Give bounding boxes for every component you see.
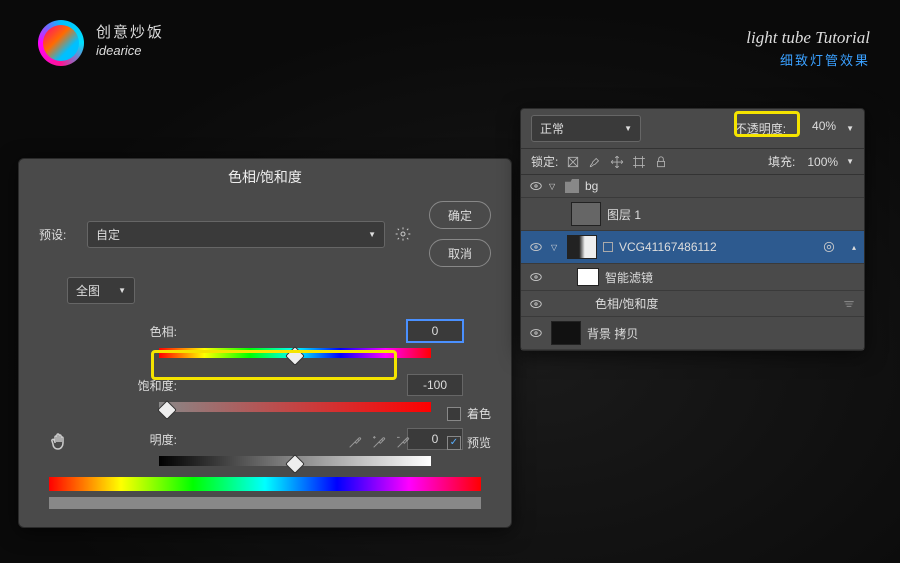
- preset-label: 预设:: [39, 226, 77, 243]
- smart-filters-row[interactable]: 智能滤镜: [521, 264, 864, 291]
- dialog-title: 色相/饱和度: [19, 159, 511, 195]
- visibility-icon[interactable]: [529, 297, 543, 311]
- brush-icon[interactable]: [588, 155, 602, 169]
- artboard-icon[interactable]: [632, 155, 646, 169]
- filter-row[interactable]: 色相/饱和度: [521, 291, 864, 317]
- eyedropper-plus-icon[interactable]: [371, 434, 387, 453]
- move-icon[interactable]: [610, 155, 624, 169]
- light-slider[interactable]: [159, 456, 431, 470]
- opacity-input[interactable]: 40%: [794, 119, 838, 139]
- layer-name: VCG41167486112: [619, 240, 856, 254]
- eyedropper-icon[interactable]: [347, 434, 363, 453]
- visibility-icon[interactable]: [529, 240, 543, 254]
- hue-strip: [49, 477, 481, 491]
- hue-sat-dialog: 色相/饱和度 预设: 自定 ▼ 确定 取消 全图 ▼ 色相: 0 饱和度: -1…: [18, 158, 512, 528]
- sat-slider[interactable]: [159, 402, 431, 416]
- checkbox-checked-icon: [447, 436, 461, 450]
- preset-select[interactable]: 自定 ▼: [87, 221, 385, 248]
- visibility-icon[interactable]: [529, 326, 543, 340]
- master-select[interactable]: 全图 ▼: [67, 277, 135, 304]
- gear-icon[interactable]: [395, 226, 411, 242]
- cancel-button[interactable]: 取消: [429, 239, 491, 267]
- visibility-icon[interactable]: [529, 179, 543, 193]
- layer-name: bg: [585, 179, 856, 193]
- preset-value: 自定: [96, 226, 120, 243]
- smart-object-icon: [822, 240, 836, 254]
- preview-label: 预览: [467, 434, 491, 451]
- layer-name: 图层 1: [607, 206, 856, 223]
- layer-row[interactable]: 背景 拷贝: [521, 317, 864, 350]
- chevron-down-icon[interactable]: ▼: [846, 157, 854, 166]
- layer-group-row[interactable]: ▽ bg: [521, 175, 864, 198]
- twirl-down-icon[interactable]: ▽: [551, 243, 561, 252]
- hue-slider[interactable]: [159, 348, 431, 362]
- smart-filters-label: 智能滤镜: [605, 269, 856, 286]
- sat-label: 饱和度:: [67, 377, 197, 394]
- brand-text: 创意炒饭 idearice: [96, 24, 164, 60]
- lock-transparency-icon[interactable]: [566, 155, 580, 169]
- tutorial-cn: 细致灯管效果: [746, 50, 870, 69]
- smart-object-badge: [603, 242, 613, 252]
- chevron-up-icon[interactable]: ▴: [852, 243, 856, 252]
- sat-input[interactable]: -100: [407, 374, 463, 396]
- colorize-label: 着色: [467, 405, 491, 422]
- brand-logo: [38, 20, 84, 66]
- master-value: 全图: [76, 282, 100, 299]
- chevron-down-icon: ▼: [368, 230, 376, 239]
- layer-thumb: [571, 202, 601, 226]
- hue-label: 色相:: [67, 323, 197, 340]
- brand-cn: 创意炒饭: [96, 24, 164, 42]
- eyedropper-group: [347, 434, 411, 453]
- layer-row[interactable]: 图层 1: [521, 198, 864, 231]
- checkbox-icon: [447, 407, 461, 421]
- ok-button[interactable]: 确定: [429, 201, 491, 229]
- chevron-down-icon[interactable]: ▼: [846, 124, 854, 133]
- filter-options-icon[interactable]: [842, 297, 856, 311]
- opacity-label: 不透明度:: [735, 120, 786, 137]
- twirl-down-icon[interactable]: ▽: [549, 182, 559, 191]
- lock-label: 锁定:: [531, 153, 558, 170]
- filter-name: 色相/饱和度: [595, 295, 856, 312]
- blend-mode-select[interactable]: 正常 ▼: [531, 115, 641, 142]
- layer-row-selected[interactable]: ▽ VCG41167486112 ▴: [521, 231, 864, 264]
- layer-thumb: [551, 321, 581, 345]
- layers-panel: 正常 ▼ 不透明度: 40% ▼ 锁定: 填充: 100% ▼ ▽ bg 图层 …: [520, 108, 865, 351]
- brand-en: idearice: [96, 42, 164, 60]
- folder-icon: [565, 179, 579, 193]
- tutorial-title: light tube Tutorial 细致灯管效果: [746, 28, 870, 69]
- blend-value: 正常: [540, 120, 564, 137]
- layer-thumb: [567, 235, 597, 259]
- fill-label: 填充:: [768, 153, 795, 170]
- hand-scrubber-icon[interactable]: [47, 431, 71, 455]
- eyedropper-minus-icon[interactable]: [395, 434, 411, 453]
- fill-input[interactable]: 100%: [807, 155, 838, 169]
- colorize-checkbox[interactable]: 着色: [447, 405, 491, 422]
- preview-checkbox[interactable]: 预览: [447, 434, 491, 451]
- lock-icon[interactable]: [654, 155, 668, 169]
- filter-mask-thumb: [577, 268, 599, 286]
- chevron-down-icon: ▼: [624, 124, 632, 133]
- hue-input[interactable]: 0: [407, 320, 463, 342]
- chevron-down-icon: ▼: [118, 286, 126, 295]
- light-label: 明度:: [67, 431, 197, 448]
- gray-strip: [49, 497, 481, 509]
- tutorial-en: light tube Tutorial: [746, 28, 870, 48]
- layer-name: 背景 拷贝: [587, 325, 856, 342]
- visibility-icon[interactable]: [529, 270, 543, 284]
